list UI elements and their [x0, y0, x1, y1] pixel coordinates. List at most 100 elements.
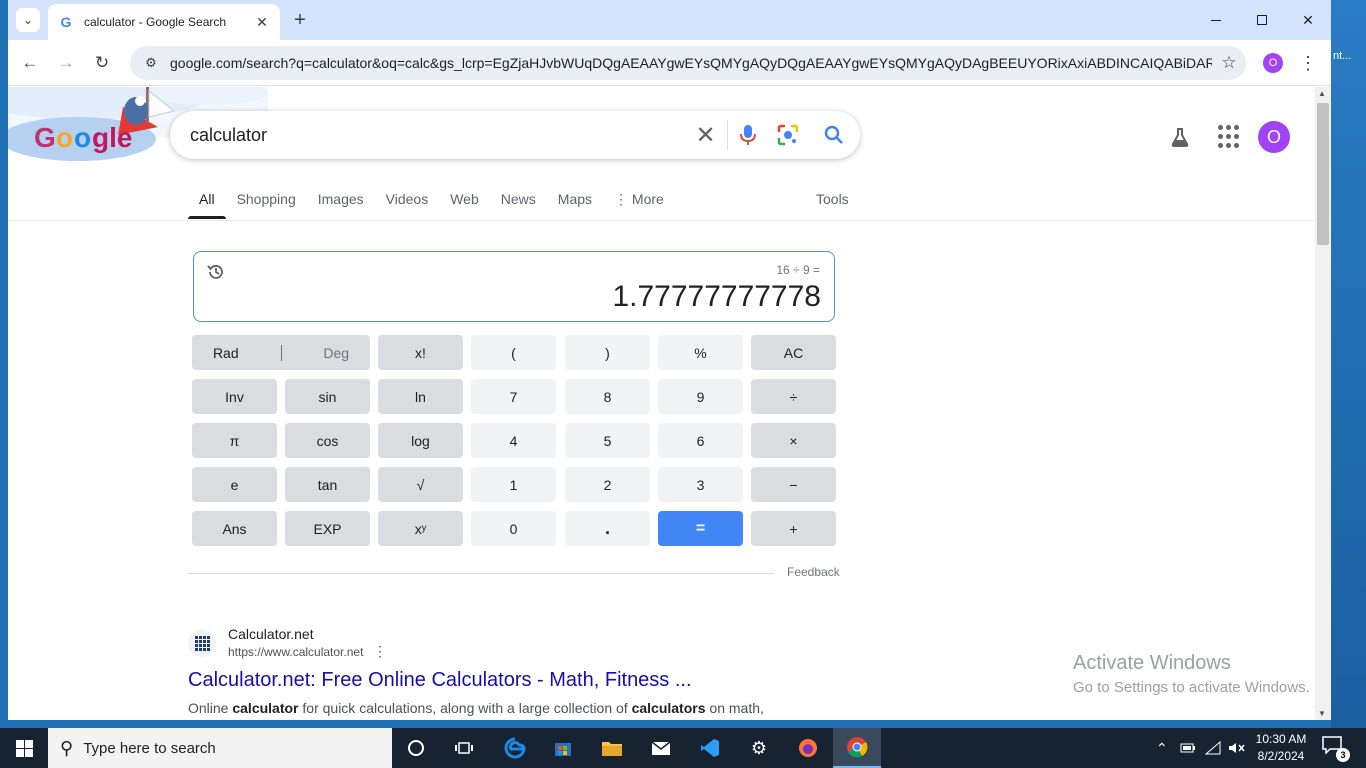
right-paren-key[interactable]: )	[565, 335, 650, 370]
tab-more[interactable]: ⋮ More	[603, 179, 675, 219]
back-button[interactable]: ←	[16, 49, 44, 77]
digit-2-key[interactable]: 2	[565, 467, 650, 502]
inverse-key[interactable]: Inv	[192, 379, 277, 414]
tab-web[interactable]: Web	[439, 179, 490, 219]
chrome-icon[interactable]	[833, 728, 881, 768]
history-icon[interactable]	[206, 262, 226, 287]
address-url[interactable]: google.com/search?q=calculator&oq=calc&g…	[166, 55, 1212, 71]
start-button[interactable]	[0, 728, 48, 768]
result-more-icon[interactable]: ⋮	[373, 643, 387, 660]
site-info-icon[interactable]: ⚙	[136, 55, 166, 71]
sin-key[interactable]: sin	[285, 379, 370, 414]
multiply-key[interactable]: ×	[751, 423, 836, 458]
google-lens-icon[interactable]	[768, 111, 808, 159]
digit-4-key[interactable]: 4	[471, 423, 556, 458]
bookmark-star-icon[interactable]: ☆	[1212, 53, 1246, 73]
scrollbar-thumb[interactable]	[1317, 103, 1329, 245]
tab-search-button[interactable]: ⌄	[16, 8, 40, 32]
show-hidden-icons[interactable]: ⌃	[1156, 728, 1168, 768]
pi-key[interactable]: π	[192, 423, 277, 458]
digit-3-key[interactable]: 3	[658, 467, 743, 502]
result-title-link[interactable]: Calculator.net: Free Online Calculators …	[188, 669, 692, 692]
search-input[interactable]	[190, 124, 684, 146]
digit-8-key[interactable]: 8	[565, 379, 650, 414]
plus-key[interactable]: +	[751, 511, 836, 546]
task-view-icon[interactable]	[440, 728, 488, 768]
clear-icon[interactable]: ✕	[684, 120, 728, 150]
ln-key[interactable]: ln	[378, 379, 463, 414]
file-explorer-icon[interactable]	[588, 728, 636, 768]
digit-5-key[interactable]: 5	[565, 423, 650, 458]
tab-all[interactable]: All	[188, 179, 226, 219]
power-key[interactable]: xʸ	[378, 511, 463, 546]
notification-center-icon[interactable]: 3	[1322, 736, 1350, 762]
tab-images[interactable]: Images	[307, 179, 375, 219]
calculator-result: 1.77777777778	[612, 280, 821, 313]
percent-key[interactable]: %	[658, 335, 743, 370]
mail-icon[interactable]	[637, 728, 685, 768]
digit-7-key[interactable]: 7	[471, 379, 556, 414]
log-key[interactable]: log	[378, 423, 463, 458]
search-icon[interactable]	[808, 111, 860, 159]
digit-9-key[interactable]: 9	[658, 379, 743, 414]
tab-shopping[interactable]: Shopping	[226, 179, 307, 219]
address-bar[interactable]: ⚙ google.com/search?q=calculator&oq=calc…	[130, 46, 1246, 80]
equals-key[interactable]: =	[658, 511, 743, 546]
feedback-link[interactable]: Feedback	[787, 565, 840, 579]
page-scrollbar[interactable]: ▲ ▼	[1315, 87, 1331, 720]
cortana-icon[interactable]	[392, 728, 440, 768]
result-site-name[interactable]: Calculator.net	[228, 626, 314, 642]
tab-google-search[interactable]: G calculator - Google Search ✕	[48, 4, 280, 40]
calculator-net-favicon-icon[interactable]	[188, 629, 216, 657]
euler-key[interactable]: e	[192, 467, 277, 502]
new-tab-button[interactable]: +	[288, 8, 312, 32]
divide-key[interactable]: ÷	[751, 379, 836, 414]
scroll-down-icon[interactable]: ▼	[1318, 709, 1326, 718]
vscode-icon[interactable]	[686, 728, 734, 768]
tan-key[interactable]: tan	[285, 467, 370, 502]
rad-button[interactable]: Rad	[213, 345, 239, 361]
tab-videos[interactable]: Videos	[375, 179, 440, 219]
digit-0-key[interactable]: 0	[471, 511, 556, 546]
taskbar-search[interactable]: ⚲ Type here to search	[48, 728, 392, 768]
profile-avatar[interactable]: O	[1263, 53, 1283, 73]
tab-news[interactable]: News	[490, 179, 547, 219]
search-box[interactable]: ✕	[170, 111, 860, 159]
rad-deg-toggle[interactable]: Rad Deg	[192, 335, 370, 370]
browser-menu-icon[interactable]: ⋮	[1298, 52, 1318, 74]
tab-maps[interactable]: Maps	[547, 179, 603, 219]
google-apps-icon[interactable]	[1218, 125, 1242, 149]
network-icon[interactable]	[1205, 728, 1221, 768]
edge-icon[interactable]	[491, 728, 539, 768]
tools-button[interactable]: Tools	[816, 191, 849, 207]
decimal-key[interactable]: .	[565, 511, 650, 546]
volume-muted-icon[interactable]	[1228, 728, 1246, 768]
answer-key[interactable]: Ans	[192, 511, 277, 546]
close-tab-icon[interactable]: ✕	[254, 14, 270, 31]
cos-key[interactable]: cos	[285, 423, 370, 458]
maximize-button[interactable]	[1239, 0, 1285, 40]
result-url[interactable]: https://www.calculator.net	[228, 645, 363, 659]
microphone-icon[interactable]	[728, 111, 768, 159]
reload-button[interactable]: ↻	[88, 49, 116, 77]
firefox-icon[interactable]	[784, 728, 832, 768]
minimize-button[interactable]	[1193, 0, 1239, 40]
deg-button[interactable]: Deg	[323, 345, 349, 361]
minus-key[interactable]: −	[751, 467, 836, 502]
battery-icon[interactable]	[1180, 728, 1196, 768]
search-labs-icon[interactable]	[1170, 127, 1190, 153]
microsoft-store-icon[interactable]	[539, 728, 587, 768]
digit-1-key[interactable]: 1	[471, 467, 556, 502]
left-paren-key[interactable]: (	[471, 335, 556, 370]
digit-6-key[interactable]: 6	[658, 423, 743, 458]
taskbar-clock[interactable]: 10:30 AM 8/2/2024	[1250, 731, 1312, 765]
account-avatar[interactable]: O	[1258, 121, 1290, 153]
settings-gear-icon[interactable]: ⚙	[735, 728, 783, 768]
close-window-button[interactable]: ✕	[1285, 0, 1331, 40]
sqrt-key[interactable]: √	[378, 467, 463, 502]
forward-button[interactable]: →	[52, 49, 80, 77]
clear-all-key[interactable]: AC	[751, 335, 836, 370]
exp-key[interactable]: EXP	[285, 511, 370, 546]
factorial-key[interactable]: x!	[378, 335, 463, 370]
scroll-up-icon[interactable]: ▲	[1318, 89, 1326, 98]
